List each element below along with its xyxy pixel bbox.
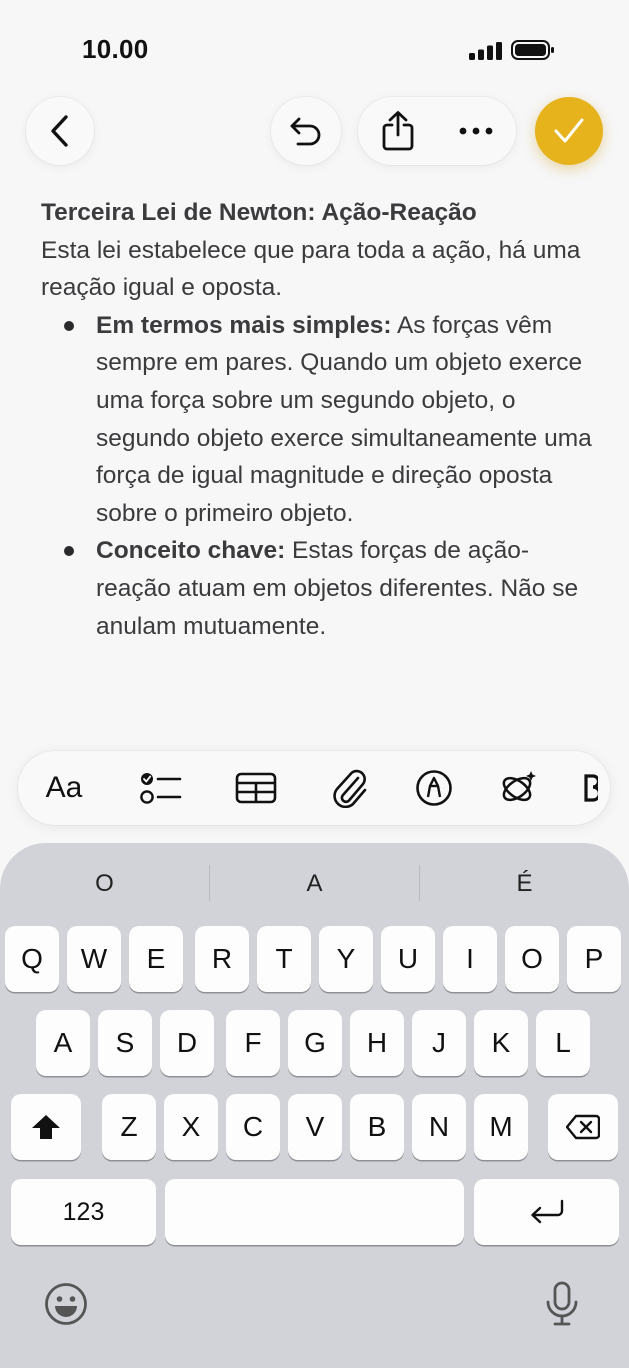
paperclip-icon bbox=[333, 769, 367, 808]
return-key[interactable] bbox=[474, 1179, 619, 1245]
key-r[interactable]: R bbox=[195, 926, 249, 992]
partial-tool-icon bbox=[584, 774, 598, 802]
list-item: Conceito chave: Estas forças de ação-rea… bbox=[41, 532, 601, 645]
formatting-toolbar: Aa bbox=[18, 751, 610, 825]
suggestion-3[interactable]: É bbox=[420, 861, 629, 907]
backspace-icon bbox=[566, 1114, 600, 1140]
key-y[interactable]: Y bbox=[319, 926, 373, 992]
dictation-button[interactable] bbox=[537, 1279, 587, 1329]
key-e[interactable]: E bbox=[129, 926, 183, 992]
done-button[interactable] bbox=[535, 97, 603, 165]
text-style-button[interactable]: Aa bbox=[40, 751, 88, 825]
attachment-button[interactable] bbox=[322, 751, 378, 825]
share-icon bbox=[382, 111, 414, 151]
key-u[interactable]: U bbox=[381, 926, 435, 992]
keyboard: O A É Q W E R T Y U I O P A S D F G H J … bbox=[0, 843, 629, 1368]
shift-arrow-icon bbox=[32, 1115, 60, 1139]
bullet-text: As forças vêm sempre em pares. Quando um… bbox=[96, 311, 592, 527]
key-t[interactable]: T bbox=[257, 926, 311, 992]
battery-icon bbox=[511, 40, 554, 60]
key-w[interactable]: W bbox=[67, 926, 121, 992]
note-body[interactable]: Terceira Lei de Newton: Ação-Reação Esta… bbox=[41, 194, 601, 645]
emoji-button[interactable] bbox=[41, 1279, 91, 1329]
undo-button[interactable] bbox=[271, 97, 341, 165]
delete-key[interactable] bbox=[548, 1094, 618, 1160]
bullet-heading: Conceito chave: bbox=[96, 537, 286, 565]
share-more-group bbox=[358, 97, 516, 165]
table-button[interactable] bbox=[228, 751, 284, 825]
status-time: 10.00 bbox=[82, 34, 149, 64]
note-intro: Esta lei estabelece que para toda a ação… bbox=[41, 236, 581, 302]
key-f[interactable]: F bbox=[226, 1010, 280, 1076]
key-v[interactable]: V bbox=[288, 1094, 342, 1160]
checklist-icon bbox=[140, 773, 182, 804]
key-h[interactable]: H bbox=[350, 1010, 404, 1076]
emoji-icon bbox=[45, 1283, 87, 1325]
key-a[interactable]: A bbox=[36, 1010, 90, 1076]
bullet-list: Em termos mais simples: As forças vêm se… bbox=[41, 307, 601, 645]
key-z[interactable]: Z bbox=[102, 1094, 156, 1160]
writing-tools-icon bbox=[502, 771, 536, 802]
microphone-icon bbox=[546, 1281, 578, 1326]
shift-key[interactable] bbox=[11, 1094, 81, 1160]
checkmark-icon bbox=[554, 118, 584, 143]
share-button[interactable] bbox=[376, 109, 420, 153]
undo-icon bbox=[290, 117, 321, 146]
ellipsis-icon bbox=[459, 127, 493, 135]
numbers-key[interactable]: 123 bbox=[11, 1179, 156, 1245]
writing-tools-button[interactable] bbox=[490, 751, 546, 825]
key-p[interactable]: P bbox=[567, 926, 621, 992]
key-c[interactable]: C bbox=[226, 1094, 280, 1160]
key-k[interactable]: K bbox=[474, 1010, 528, 1076]
cellular-signal-icon bbox=[469, 42, 502, 60]
checklist-button[interactable] bbox=[134, 751, 188, 825]
chevron-left-icon bbox=[51, 115, 68, 147]
table-icon bbox=[235, 772, 277, 804]
more-button[interactable] bbox=[454, 109, 498, 153]
pen-markup-icon bbox=[416, 770, 452, 806]
key-i[interactable]: I bbox=[443, 926, 497, 992]
key-x[interactable]: X bbox=[164, 1094, 218, 1160]
status-bar: 10.00 bbox=[0, 0, 629, 100]
key-j[interactable]: J bbox=[412, 1010, 466, 1076]
markup-button[interactable] bbox=[406, 751, 462, 825]
back-button[interactable] bbox=[26, 97, 94, 165]
suggestion-1[interactable]: O bbox=[0, 861, 209, 907]
note-title: Terceira Lei de Newton: Ação-Reação bbox=[41, 199, 477, 226]
return-arrow-icon bbox=[530, 1199, 563, 1224]
key-n[interactable]: N bbox=[412, 1094, 466, 1160]
key-g[interactable]: G bbox=[288, 1010, 342, 1076]
key-b[interactable]: B bbox=[350, 1094, 404, 1160]
overflow-tool-button[interactable] bbox=[584, 751, 610, 825]
space-key[interactable] bbox=[165, 1179, 464, 1245]
key-s[interactable]: S bbox=[98, 1010, 152, 1076]
key-q[interactable]: Q bbox=[5, 926, 59, 992]
key-d[interactable]: D bbox=[160, 1010, 214, 1076]
key-m[interactable]: M bbox=[474, 1094, 528, 1160]
bullet-heading: Em termos mais simples: bbox=[96, 311, 392, 339]
list-item: Em termos mais simples: As forças vêm se… bbox=[41, 307, 601, 533]
key-l[interactable]: L bbox=[536, 1010, 590, 1076]
key-o[interactable]: O bbox=[505, 926, 559, 992]
suggestion-2[interactable]: A bbox=[210, 861, 419, 907]
